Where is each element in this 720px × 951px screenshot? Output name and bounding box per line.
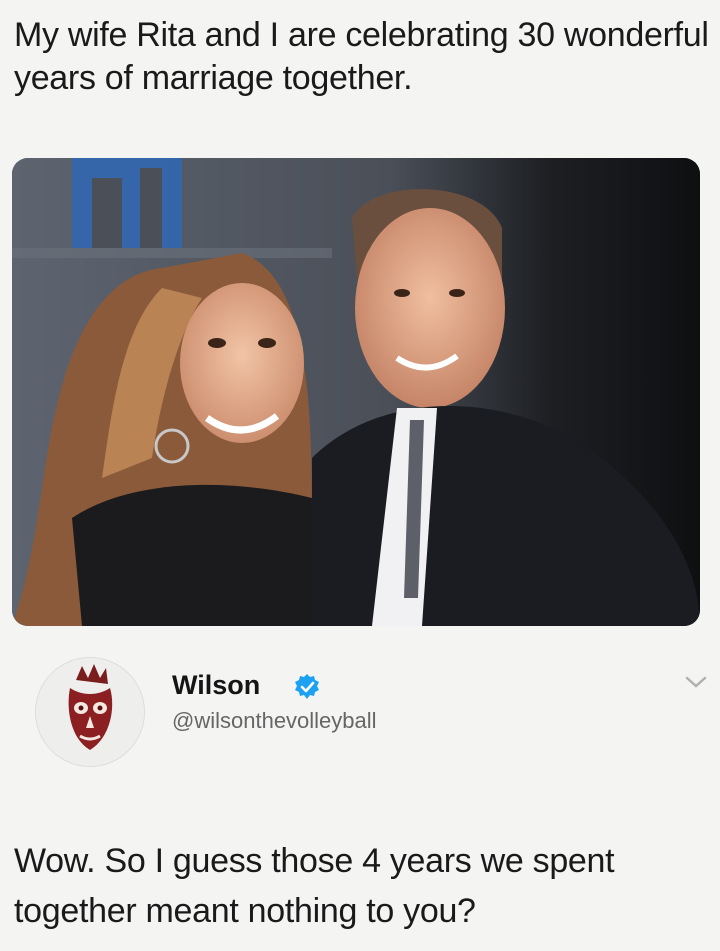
author-handle[interactable]: @wilsonthevolleyball <box>172 708 377 734</box>
couple-photo-image <box>12 158 700 626</box>
reply-author-row[interactable]: Wilson @wilsonthevolleyball <box>0 650 720 780</box>
avatar[interactable] <box>36 658 144 766</box>
post-text: My wife Rita and I are celebrating 30 wo… <box>14 16 709 97</box>
chevron-down-icon[interactable] <box>682 672 710 692</box>
reply-text: Wow. So I guess those 4 years we spent t… <box>14 842 615 930</box>
verified-badge-icon <box>295 674 319 699</box>
post-photo[interactable] <box>12 158 700 626</box>
volleyball-face-icon <box>36 658 144 766</box>
author-display-name[interactable]: Wilson <box>172 670 260 701</box>
